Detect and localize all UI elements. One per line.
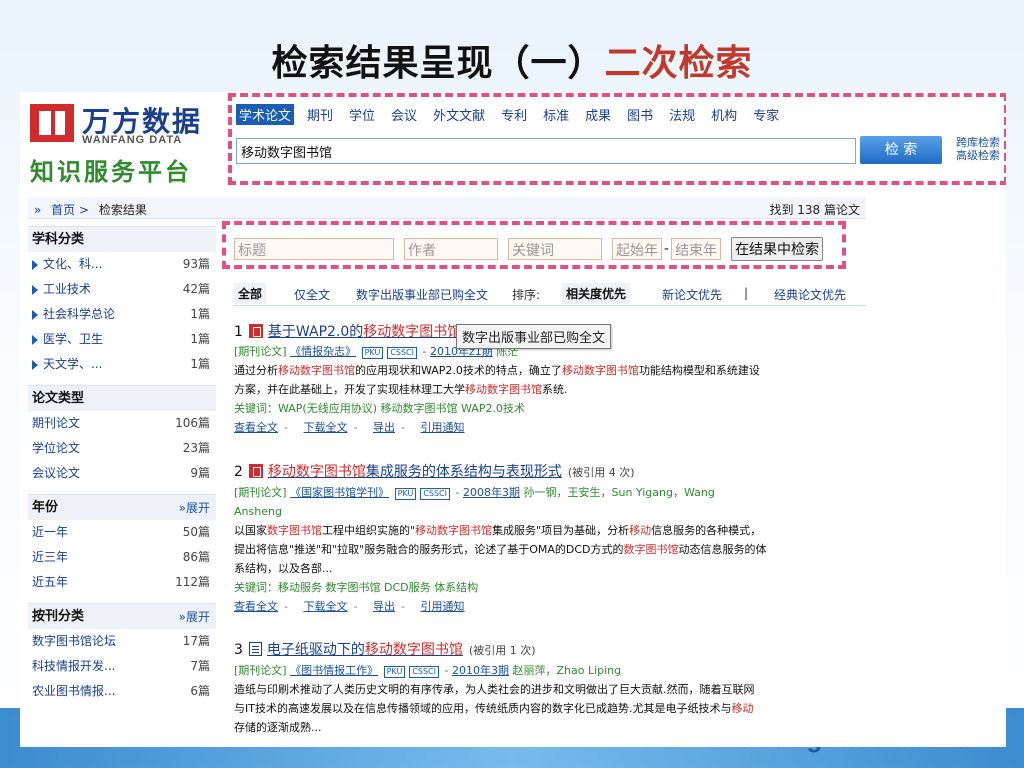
result-meta: [期刊论文] 《图书情报工作》 PKU CSSCI - 2010年3期 赵丽萍，Z…: [234, 664, 622, 678]
journal-link[interactable]: 《国家图书馆学刊》: [290, 486, 389, 499]
issue-link[interactable]: 2010年3期: [452, 664, 509, 677]
result-item: 2 移动数字图书馆集成服务的体系结构与表现形式 (被引用 4 次) [期刊论文] 《…: [234, 462, 868, 616]
sort-classic[interactable]: 经典论文优先: [774, 286, 846, 303]
triangle-right-icon: [32, 334, 38, 345]
year-heading: 年份 »展开: [28, 494, 216, 520]
cssci-badge: CSSCI: [420, 488, 450, 500]
filter-fulltext[interactable]: 仅全文: [294, 286, 330, 303]
result-count: 找到 138 篇论文: [769, 203, 860, 217]
subject-item[interactable]: 医学、卫生 1篇: [28, 327, 216, 352]
pdf-icon[interactable]: [248, 324, 263, 338]
citation-alert-link[interactable]: 引用通知: [420, 421, 464, 434]
year-expand-button[interactable]: »展开: [179, 495, 210, 521]
export-link[interactable]: 导出: [373, 600, 395, 613]
triangle-right-icon: [32, 359, 38, 370]
doctype-filter: 论文类型 期刊论文 106篇 学位论文 23篇 会议论文 9篇: [28, 385, 216, 486]
breadcrumb-home[interactable]: 首页 >: [51, 203, 89, 217]
pku-badge: PKU: [361, 347, 384, 359]
slide-title-main: 检索结果呈现（一）: [271, 43, 605, 84]
subject-item[interactable]: 天文学、... 1篇: [28, 352, 216, 377]
year-item[interactable]: 近一年 50篇: [28, 520, 216, 545]
citation-alert-link[interactable]: 引用通知: [420, 600, 464, 613]
sort-relevance[interactable]: 相关度优先: [562, 283, 631, 304]
year-item[interactable]: 近五年 112篇: [28, 570, 216, 595]
filter-purchased[interactable]: 数字出版事业部已购全文: [356, 286, 488, 303]
cited-count: (被引用 4 次): [567, 466, 635, 479]
breadcrumb-path: » 首页 > 检索结果: [34, 201, 153, 218]
pdf-icon[interactable]: [248, 464, 263, 478]
result-actions: 查看全文 - 下载全文 - 导出 - 引用通知: [234, 421, 465, 434]
subject-filter: 学科分类 文化、科... 93篇 工业技术 42篇 社会科学总论 1篇 医学、卫生 1篇…: [28, 226, 216, 377]
breadcrumb-arrow-icon: »: [34, 203, 42, 217]
cited-count: (被引用 1 次): [468, 644, 536, 657]
sidebar: 学科分类 文化、科... 93篇 工业技术 42篇 社会科学总论 1篇 医学、卫生 1篇…: [28, 226, 216, 712]
secondary-highlight-box: [222, 221, 846, 269]
journal-item[interactable]: 科技情报开发... 7篇: [28, 654, 216, 679]
tooltip: 数字出版事业部已购全文: [456, 324, 612, 349]
pku-badge: PKU: [383, 666, 406, 678]
doctype-item[interactable]: 期刊论文 106篇: [28, 411, 216, 436]
result-title-link[interactable]: 基于WAP2.0的移动数字图书馆: [268, 324, 461, 340]
sort-label: 排序:: [512, 288, 541, 302]
result-abstract: 以国家数字图书馆工程中组织实施的"移动数字图书馆集成服务"项目为基础，分析移动信…: [234, 524, 767, 575]
download-fulltext-link[interactable]: 下载全文: [303, 421, 347, 434]
subject-item[interactable]: 文化、科... 93篇: [28, 252, 216, 277]
double-chevron-down-icon: »: [178, 610, 186, 624]
search-highlight-box: [228, 93, 1006, 185]
journal-heading: 按刊分类 »展开: [28, 603, 216, 629]
triangle-right-icon: [32, 309, 38, 320]
result-abstract: 通过分析移动数字图书馆的应用现状和WAP2.0技术的特点，确立了移动数字图书馆功…: [234, 364, 760, 396]
filter-bar: 全部 仅全文 数字出版事业部已购全文 排序: 相关度优先 新论文优先 | 经典论…: [234, 282, 866, 306]
result-title-link[interactable]: 移动数字图书馆集成服务的体系结构与表现形式: [268, 464, 562, 480]
result-item: 3 电子纸驱动下的移动数字图书馆 (被引用 1 次) [期刊论文] 《图书情报工作》…: [234, 640, 868, 737]
year-item[interactable]: 近三年 86篇: [28, 545, 216, 570]
slide-title: 检索结果呈现（一）二次检索: [0, 34, 1024, 86]
triangle-right-icon: [32, 284, 38, 295]
subject-heading: 学科分类: [28, 226, 216, 252]
wanfang-logo[interactable]: 万方数据 WANFANG DATA 知识服务平台: [30, 100, 220, 186]
journal-filter: 按刊分类 »展开 数字图书馆论坛 17篇 科技情报开发... 7篇 农业图书情报...…: [28, 603, 216, 704]
result-meta: [期刊论文] 《国家图书馆学刊》 PKU CSSCI - 2008年3期 孙一钢，…: [234, 486, 715, 500]
result-title: 3 电子纸驱动下的移动数字图书馆 (被引用 1 次): [234, 642, 536, 658]
result-abstract: 造纸与印刷术推动了人类历史文明的有序传承，为人类社会的进步和文明做出了巨大贡献.…: [234, 683, 755, 734]
double-chevron-down-icon: »: [178, 501, 186, 515]
download-fulltext-link[interactable]: 下载全文: [303, 600, 347, 613]
journal-link[interactable]: 《情报杂志》: [290, 345, 356, 358]
view-fulltext-link[interactable]: 查看全文: [234, 600, 278, 613]
result-keywords: 关键词：移动服务 数字图书馆 DCD服务 体系结构: [234, 581, 479, 594]
subject-item[interactable]: 社会科学总论 1篇: [28, 302, 216, 327]
subject-item[interactable]: 工业技术 42篇: [28, 277, 216, 302]
cssci-badge: CSSCI: [387, 347, 417, 359]
sort-newest[interactable]: 新论文优先: [662, 286, 722, 303]
journal-item[interactable]: 农业图书情报... 6篇: [28, 679, 216, 704]
result-keywords: 关键词：WAP(无线应用协议) 移动数字图书馆 WAP2.0技术: [234, 402, 525, 415]
doctype-item[interactable]: 学位论文 23篇: [28, 436, 216, 461]
pku-badge: PKU: [394, 488, 417, 500]
logo-subtitle: 知识服务平台: [30, 157, 192, 186]
doctype-heading: 论文类型: [28, 385, 216, 411]
screenshot-panel: 万方数据 WANFANG DATA 知识服务平台 学术论文 期刊 学位 会议 外…: [20, 92, 1006, 747]
year-filter: 年份 »展开 近一年 50篇 近三年 86篇 近五年 112篇: [28, 494, 216, 595]
slide-title-highlight: 二次检索: [604, 43, 753, 84]
journal-expand-button[interactable]: »展开: [179, 604, 210, 630]
result-authors-cont: Ansheng: [234, 505, 282, 518]
result-title-link[interactable]: 电子纸驱动下的移动数字图书馆: [267, 642, 463, 658]
filter-all[interactable]: 全部: [234, 283, 267, 304]
cssci-badge: CSSCI: [409, 666, 439, 678]
triangle-right-icon: [32, 259, 38, 270]
result-actions: 查看全文 - 下载全文 - 导出 - 引用通知: [234, 600, 465, 613]
export-link[interactable]: 导出: [373, 421, 395, 434]
logo-en: WANFANG DATA: [82, 134, 183, 146]
document-icon[interactable]: [248, 642, 262, 656]
wanfang-logo-icon: [30, 104, 74, 142]
view-fulltext-link[interactable]: 查看全文: [234, 421, 278, 434]
doctype-item[interactable]: 会议论文 9篇: [28, 461, 216, 486]
journal-item[interactable]: 数字图书馆论坛 17篇: [28, 629, 216, 654]
journal-link[interactable]: 《图书情报工作》: [290, 664, 378, 677]
breadcrumb-current: 检索结果: [98, 203, 147, 217]
breadcrumb: » 首页 > 检索结果 找到 138 篇论文: [28, 197, 866, 219]
sort-separator: |: [744, 286, 749, 300]
result-title: 2 移动数字图书馆集成服务的体系结构与表现形式 (被引用 4 次): [234, 464, 635, 480]
issue-link[interactable]: 2008年3期: [463, 486, 520, 499]
